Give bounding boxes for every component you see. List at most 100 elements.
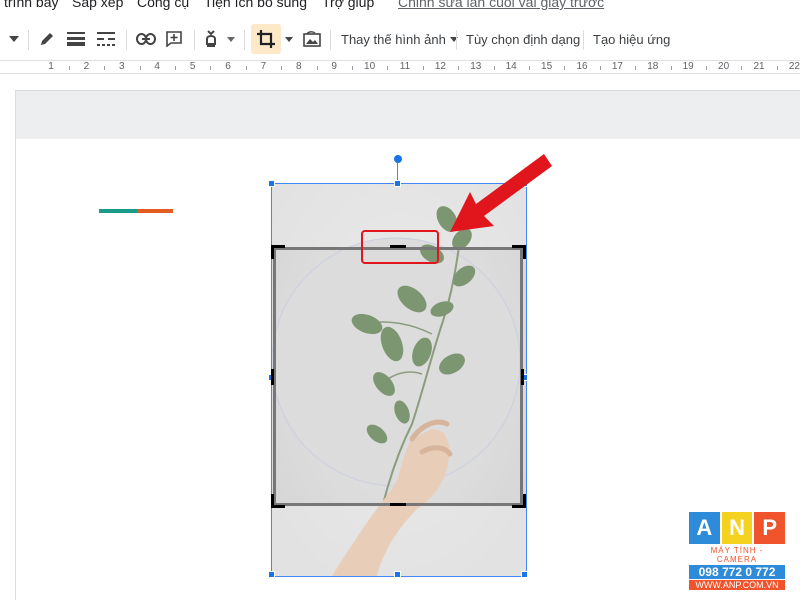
resize-handle-top-left[interactable]: [268, 180, 275, 187]
ruler-tick: [458, 66, 460, 70]
ruler-label: 11: [399, 61, 411, 72]
ruler-label: 20: [718, 61, 730, 72]
caret-down-icon[interactable]: [224, 24, 238, 54]
resize-handle-bottom[interactable]: [394, 571, 401, 578]
crop-handle-top-right[interactable]: [512, 245, 526, 259]
ruler-label: 9: [331, 61, 337, 72]
menu-help[interactable]: Trợ giúp: [322, 0, 374, 10]
ruler-tick: [670, 66, 672, 70]
ruler-label: 17: [611, 61, 623, 72]
watermark-letter-n: N: [721, 512, 753, 544]
annotation-highlight-box: [361, 230, 439, 264]
menu-bar: trình bày Sắp xếp Công cụ Tiện ích bổ su…: [0, 0, 800, 14]
ruler-label: 15: [541, 61, 553, 72]
watermark-letter-p: P: [754, 512, 786, 544]
ruler-tick: [599, 66, 601, 70]
toolbar-divider: [244, 30, 245, 50]
ruler-label: 13: [470, 61, 482, 72]
ruler-label: 7: [260, 61, 267, 72]
ruler-tick: [210, 66, 212, 70]
resize-handle-bottom-right[interactable]: [521, 571, 528, 578]
ruler-tick: [245, 66, 247, 70]
ruler-label: 14: [505, 61, 517, 72]
ruler-label: 5: [189, 61, 196, 72]
animate-label: Tạo hiệu ứng: [593, 31, 671, 47]
toolbar: Thay thế hình ảnh Tùy chọn định dạng Tạo…: [0, 24, 800, 56]
ruler-tick: [493, 66, 495, 70]
ruler-tick: [635, 66, 637, 70]
ruler-label: 1: [48, 61, 54, 72]
last-edit-link[interactable]: Chỉnh sửa lần cuối vài giây trước: [398, 0, 604, 10]
ruler-tick: [705, 66, 707, 70]
ruler-label: 3: [119, 61, 125, 72]
reset-image-icon[interactable]: [300, 24, 324, 54]
ruler-tick: [281, 66, 283, 70]
ruler-label: 16: [576, 61, 588, 72]
accent-line-orange: [137, 209, 173, 213]
menu-addons[interactable]: Tiện ích bổ sung: [204, 0, 307, 10]
ruler-label: 10: [364, 61, 376, 72]
replace-image-button[interactable]: Thay thế hình ảnh: [337, 24, 458, 54]
anp-watermark: A N P MÁY TÍNH - CAMERA 098 772 0 772 WW…: [689, 512, 786, 590]
crop-handle-bottom[interactable]: [390, 503, 406, 506]
crop-handle-right[interactable]: [521, 369, 524, 385]
animate-button[interactable]: Tạo hiệu ứng: [589, 24, 674, 54]
crop-handle-bottom-right[interactable]: [512, 494, 526, 508]
add-comment-icon[interactable]: [162, 24, 186, 54]
watermark-website: WWW.ANP.COM.VN: [689, 580, 785, 590]
watermark-letter-a: A: [689, 512, 720, 544]
toolbar-divider: [456, 30, 457, 50]
toolbar-divider: [28, 30, 29, 50]
pen-icon[interactable]: [36, 24, 58, 54]
ruler-tick: [316, 66, 318, 70]
watermark-phone: 098 772 0 772: [689, 565, 785, 579]
highlight-icon[interactable]: [200, 24, 222, 54]
ruler-tick: [139, 66, 141, 70]
ruler-tick: [741, 66, 743, 70]
accent-line-teal: [99, 209, 137, 213]
format-options-button[interactable]: Tùy chọn định dạng: [462, 24, 584, 54]
resize-handle-top[interactable]: [394, 180, 401, 187]
link-icon[interactable]: [134, 24, 158, 54]
ruler-tick: [387, 66, 389, 70]
crop-handle-left[interactable]: [271, 369, 274, 385]
annotation-arrow-icon: [450, 154, 552, 232]
ruler-tick: [422, 66, 424, 70]
ruler-label: 19: [682, 61, 694, 72]
line-dash-icon[interactable]: [94, 24, 118, 54]
ruler-label: 2: [83, 61, 90, 72]
toolbar-divider: [330, 30, 331, 50]
crop-handle-top-left[interactable]: [271, 245, 285, 259]
resize-handle-bottom-left[interactable]: [268, 571, 275, 578]
menu-slide[interactable]: trình bày: [4, 0, 58, 10]
ruler-tick: [104, 66, 106, 70]
ruler-tick: [528, 66, 530, 70]
ruler-tick: [564, 66, 566, 70]
crop-handle-bottom-left[interactable]: [271, 494, 285, 508]
menu-tools[interactable]: Công cụ: [137, 0, 189, 10]
horizontal-ruler[interactable]: 1 2 3 4 5 6 7 8 9 10 11 12 13 14 15 16 17 18 19 20 21 22: [0, 60, 800, 74]
toolbar-divider: [194, 30, 195, 50]
ruler-label: 12: [434, 61, 446, 72]
ruler-label: 8: [296, 61, 302, 72]
slide-header-band: [16, 91, 800, 139]
line-weight-icon[interactable]: [64, 24, 88, 54]
ruler-label: 21: [753, 61, 765, 72]
replace-image-label: Thay thế hình ảnh: [341, 31, 446, 47]
ruler-label: 6: [225, 61, 231, 72]
ruler-tick: [174, 66, 176, 70]
toolbar-divider: [126, 30, 127, 50]
ruler-tick: [68, 66, 70, 70]
menu-arrange[interactable]: Sắp xếp: [72, 0, 123, 10]
ruler-label: 22: [788, 61, 800, 72]
toolbar-divider: [583, 30, 584, 50]
caret-down-icon[interactable]: [282, 24, 296, 54]
ruler-label: 18: [647, 61, 659, 72]
watermark-tagline: MÁY TÍNH - CAMERA: [710, 546, 764, 564]
ruler-label: 4: [154, 61, 160, 72]
caret-down-icon[interactable]: [4, 24, 24, 54]
rotate-handle[interactable]: [394, 155, 402, 163]
crop-icon[interactable]: [251, 24, 281, 54]
ruler-tick: [776, 66, 778, 70]
format-options-label: Tùy chọn định dạng: [466, 31, 581, 47]
